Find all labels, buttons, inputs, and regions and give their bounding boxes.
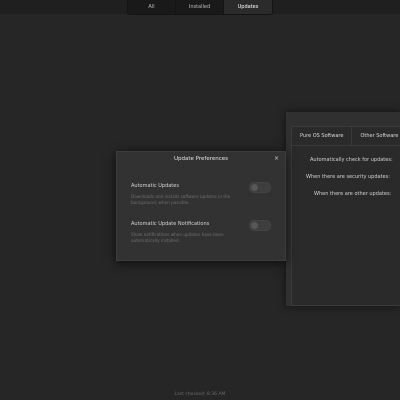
toggle-knob <box>251 184 258 191</box>
update-notifications-description: Show notifications when updates have bee… <box>131 232 224 243</box>
automatic-updates-toggle[interactable] <box>249 182 271 193</box>
header-bar: All Installed Updates <box>0 0 400 15</box>
automatic-updates-description: Downloads and installs software updates … <box>131 194 231 205</box>
tab-all[interactable]: All <box>128 0 176 14</box>
tab-other-software[interactable]: Other Software <box>351 127 400 145</box>
automatic-updates-title: Automatic Updates <box>131 183 179 189</box>
auto-check-label: Automatically check for updates: <box>310 157 393 163</box>
toggle-knob <box>251 222 258 229</box>
update-preferences-dialog: Update Preferences × Automatic Updates D… <box>116 151 286 261</box>
software-updates-panel: Pure OS Software Other Software Automati… <box>291 126 400 306</box>
last-checked-status: Last checked: 8:36 AM <box>174 392 226 397</box>
other-updates-label: When there are other updates: <box>314 191 392 197</box>
software-tabs: Pure OS Software Other Software <box>292 127 400 146</box>
security-updates-label: When there are security updates: <box>306 174 390 180</box>
tab-installed[interactable]: Installed <box>176 0 224 14</box>
tab-pureos-software[interactable]: Pure OS Software <box>292 127 351 145</box>
close-icon[interactable]: × <box>274 155 279 162</box>
view-switcher: All Installed Updates <box>127 0 273 15</box>
software-updates-window: Pure OS Software Other Software Automati… <box>286 112 400 306</box>
update-notifications-title: Automatic Update Notifications <box>131 221 210 227</box>
tab-updates[interactable]: Updates <box>224 0 272 14</box>
dialog-title: Update Preferences <box>173 156 228 162</box>
update-notifications-toggle[interactable] <box>249 220 271 231</box>
